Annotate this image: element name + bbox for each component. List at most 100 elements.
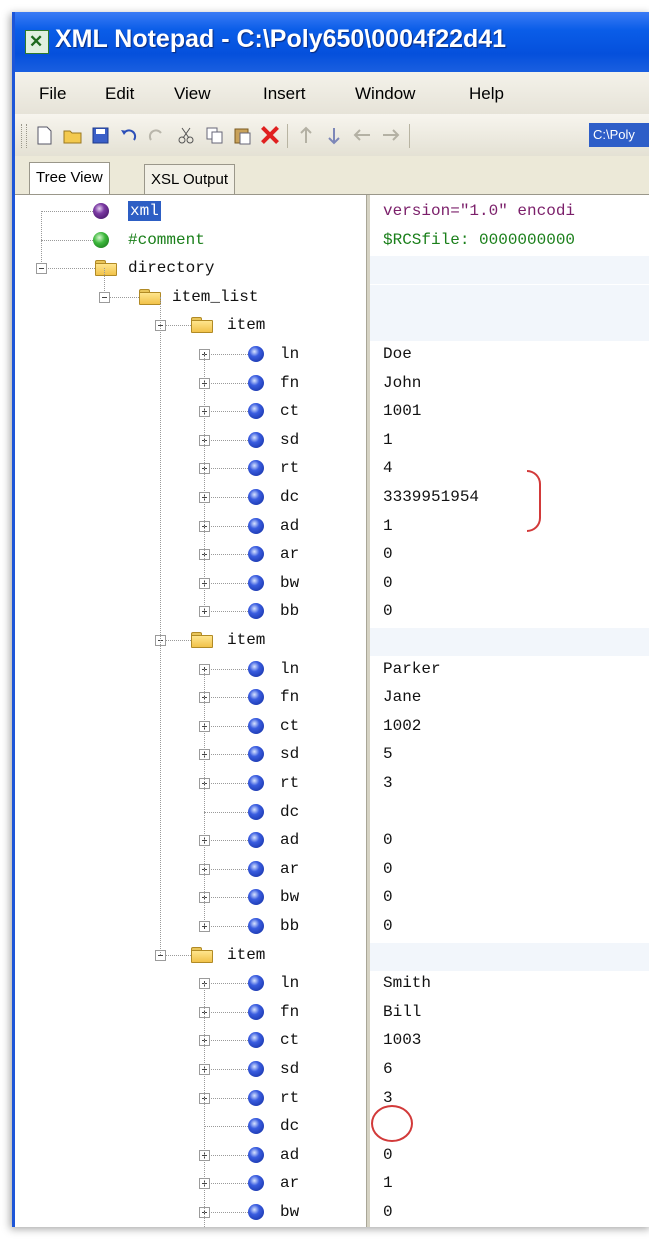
tree-node-ln[interactable]: ln (280, 659, 299, 679)
cut-icon[interactable] (177, 126, 196, 145)
node-value-bb[interactable]: 0 (383, 916, 393, 936)
node-value-ar[interactable]: 0 (383, 859, 393, 879)
paste-icon[interactable] (233, 126, 252, 145)
node-value-bb[interactable]: 0 (383, 601, 393, 621)
node-value-ct[interactable]: 1001 (383, 401, 421, 421)
node-value-ad[interactable]: 0 (383, 830, 393, 850)
nudge-down-icon[interactable] (325, 126, 344, 145)
node-value-rt[interactable]: 3 (383, 773, 393, 793)
splitter[interactable] (366, 195, 370, 1227)
nudge-right-icon[interactable] (381, 126, 400, 145)
copy-icon[interactable] (205, 126, 224, 145)
node-value-ln[interactable]: Parker (383, 659, 441, 679)
node-value-bw[interactable]: 0 (383, 573, 393, 593)
undo-icon[interactable] (119, 126, 138, 145)
tree-node-ar[interactable]: ar (280, 859, 299, 879)
nudge-left-icon[interactable] (353, 126, 372, 145)
tree-node-sd[interactable]: sd (280, 430, 299, 450)
tab-xsl-output[interactable]: XSL Output (144, 164, 235, 195)
menu-file[interactable]: File (39, 84, 66, 104)
tree-connector (204, 1011, 248, 1013)
node-value-bw[interactable]: 0 (383, 887, 393, 907)
tree-node-rt[interactable]: rt (280, 458, 299, 478)
node-value-ln[interactable]: Doe (383, 344, 412, 364)
tree-node-fn[interactable]: fn (280, 373, 299, 393)
tree-node-fn[interactable]: fn (280, 687, 299, 707)
tree-connector (204, 611, 248, 613)
tree-node-dc[interactable]: dc (280, 1116, 299, 1136)
node-value-ad[interactable]: 0 (383, 1145, 393, 1165)
tree-node-ad[interactable]: ad (280, 516, 299, 536)
node-value-sd[interactable]: 1 (383, 430, 393, 450)
tree-node-ln[interactable]: ln (280, 344, 299, 364)
tree-connector (204, 983, 205, 1227)
menu-view[interactable]: View (174, 84, 211, 104)
nudge-up-icon[interactable] (297, 126, 316, 145)
node-value-sd[interactable]: 6 (383, 1059, 393, 1079)
tree-node-comment[interactable]: #comment (128, 230, 205, 250)
tree-node-ar[interactable]: ar (280, 544, 299, 564)
menu-help[interactable]: Help (469, 84, 504, 104)
tree-connector (204, 697, 248, 699)
node-value-ar[interactable]: 1 (383, 1173, 393, 1193)
tree-node-item[interactable]: item (227, 630, 265, 650)
tree-node-directory[interactable]: directory (128, 258, 214, 278)
node-value-fn[interactable]: Bill (383, 1002, 421, 1022)
tree-node-ct[interactable]: ct (280, 716, 299, 736)
tree-node-ad[interactable]: ad (280, 830, 299, 850)
node-value-fn[interactable]: John (383, 373, 421, 393)
title-bar[interactable]: XML Notepad - C:\Poly650\0004f22d41 (15, 12, 649, 72)
node-value-rt[interactable]: 4 (383, 458, 393, 478)
node-value-ln[interactable]: Smith (383, 973, 431, 993)
node-value-dc[interactable]: 3339951954 (383, 487, 479, 507)
tree-node-dc[interactable]: dc (280, 802, 299, 822)
value-row-band (369, 628, 649, 656)
node-value-ad[interactable]: 1 (383, 516, 393, 536)
node-value-fn[interactable]: Jane (383, 687, 421, 707)
tab-tree-view[interactable]: Tree View (29, 162, 110, 195)
save-icon[interactable] (91, 126, 110, 145)
tree-node-ct[interactable]: ct (280, 401, 299, 421)
tree-node-ct[interactable]: ct (280, 1030, 299, 1050)
node-value-xml[interactable]: version="1.0" encodi (383, 201, 575, 221)
tree-node-bw[interactable]: bw (280, 1202, 299, 1222)
tree-node-item-list[interactable]: item_list (172, 287, 258, 307)
delete-icon[interactable] (259, 124, 281, 146)
tree-node-bw[interactable]: bw (280, 573, 299, 593)
node-value-ct[interactable]: 1002 (383, 716, 421, 736)
tree-node-rt[interactable]: rt (280, 1088, 299, 1108)
xml-notepad-app-icon[interactable] (25, 30, 49, 54)
tree-node-ad[interactable]: ad (280, 1145, 299, 1165)
tree-connector (204, 1183, 248, 1185)
menu-edit[interactable]: Edit (105, 84, 134, 104)
tree-node-sd[interactable]: sd (280, 1059, 299, 1079)
tree-node-dc[interactable]: dc (280, 487, 299, 507)
collapse-toggle[interactable] (36, 263, 47, 275)
tree-node-bb[interactable]: bb (280, 601, 299, 621)
tree-node-bb[interactable]: bb (280, 916, 299, 936)
redo-icon[interactable] (147, 126, 166, 145)
tree-node-ln[interactable]: ln (280, 973, 299, 993)
collapse-toggle[interactable] (99, 291, 110, 303)
menu-insert[interactable]: Insert (263, 84, 306, 104)
menu-window[interactable]: Window (355, 84, 415, 104)
node-value-ct[interactable]: 1003 (383, 1030, 421, 1050)
tree-node-bw[interactable]: bw (280, 887, 299, 907)
tree-node-rt[interactable]: rt (280, 773, 299, 793)
tree-node-fn[interactable]: fn (280, 1002, 299, 1022)
node-value-ar[interactable]: 0 (383, 544, 393, 564)
node-value-sd[interactable]: 5 (383, 744, 393, 764)
node-value-bw[interactable]: 0 (383, 1202, 393, 1222)
file-path-combo[interactable]: C:\Poly (589, 123, 649, 147)
element-node-icon (248, 346, 264, 362)
tree-node-ar[interactable]: ar (280, 1173, 299, 1193)
element-node-icon (248, 546, 264, 563)
tree-node-item[interactable]: item (227, 315, 265, 335)
open-folder-icon[interactable] (63, 126, 82, 145)
tree-node-xml[interactable]: xml (128, 201, 161, 221)
tree-node-sd[interactable]: sd (280, 744, 299, 764)
toolbar-grip[interactable] (21, 124, 27, 148)
new-file-icon[interactable] (35, 126, 54, 145)
tree-node-item[interactable]: item (227, 945, 265, 965)
node-value-comment[interactable]: $RCSfile: 0000000000 (383, 230, 575, 250)
